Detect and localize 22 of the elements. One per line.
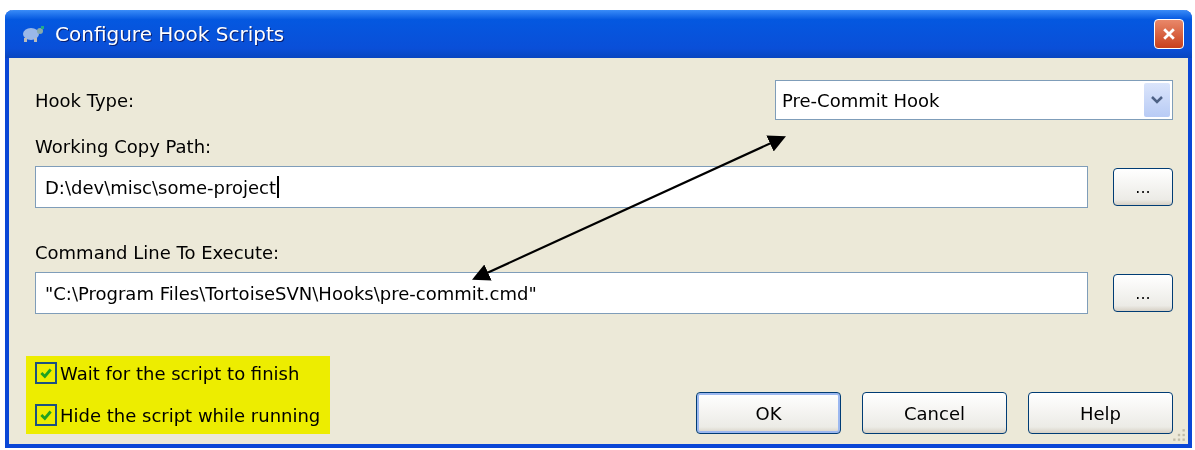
dialog-button[interactable]: Help	[1028, 392, 1173, 434]
dialog-button[interactable]: Cancel	[862, 392, 1007, 434]
resize-grip-icon[interactable]	[1172, 428, 1186, 442]
browse-button[interactable]: ...	[1113, 168, 1173, 206]
close-icon[interactable]	[1161, 26, 1177, 42]
working-copy-path-label: Working Copy Path:	[35, 136, 213, 157]
text-cursor	[277, 176, 280, 198]
command-line-field[interactable]: "C:\Program Files\TortoiseSVN\Hooks\pre-commit.cmd"	[35, 272, 1088, 314]
check-icon	[39, 408, 53, 422]
window-title: Configure Hook Scripts	[55, 22, 286, 46]
working-copy-path-field[interactable]: D:\dev\misc\some-project	[35, 166, 1088, 208]
checkbox-label[interactable]: Hide the script while running	[60, 404, 321, 426]
check-icon	[39, 366, 53, 380]
command-line-label: Command Line To Execute:	[35, 242, 281, 263]
dialog-button[interactable]: OK	[696, 392, 841, 434]
checkbox-label[interactable]: Wait for the script to finish	[60, 362, 300, 384]
browse-button[interactable]: ...	[1113, 274, 1173, 312]
checkbox[interactable]	[35, 404, 57, 426]
hook-type-label: Hook Type:	[35, 89, 135, 111]
close-button[interactable]	[1154, 19, 1184, 49]
hook-type-dropdown[interactable]: Pre-Commit Hook	[775, 80, 1173, 120]
checkbox[interactable]	[35, 362, 57, 384]
